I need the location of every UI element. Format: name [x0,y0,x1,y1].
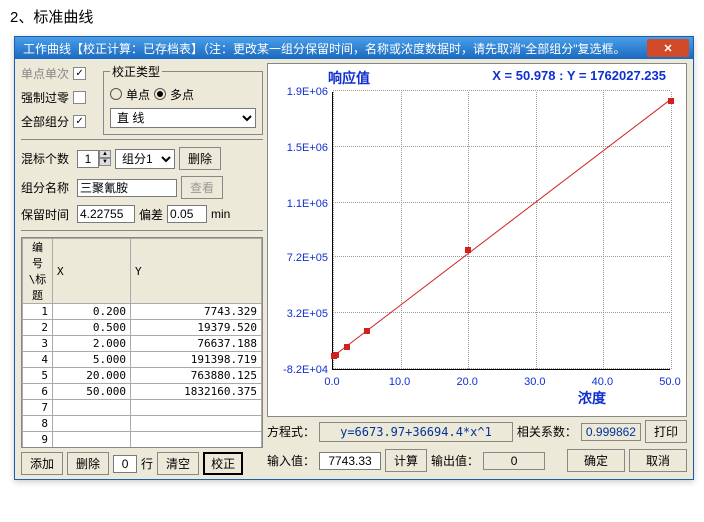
retention-input[interactable] [77,205,135,223]
chart-coord: X = 50.978 : Y = 1762027.235 [492,68,666,83]
data-table: 编号\标题 X Y 10.2007743.32920.50019379.5203… [21,237,263,448]
app-window: 工作曲线【校正计算：已存档表】（注：更改某一组分保留时间，名称或浓度数据时，请先… [14,36,694,480]
cancel-button[interactable]: 取消 [629,449,687,472]
single-mode-checkbox[interactable]: ✓ [73,67,86,80]
all-groups-checkbox[interactable]: ✓ [73,115,86,128]
clear-button[interactable]: 清空 [157,452,199,475]
row-unit: 行 [141,455,153,472]
equation-label: 方程式： [267,423,315,440]
table-row[interactable]: 8 [23,416,262,432]
col-rownum: 编号\标题 [23,239,53,304]
delete-button[interactable]: 删除 [67,452,109,475]
mixstd-count-label: 混标个数 [21,150,73,167]
equation-value: y=6673.97+36694.4*x^1 [319,422,513,442]
group-name-input[interactable] [77,179,177,197]
calib-type-legend: 校正类型 [110,63,162,80]
force-zero-checkbox[interactable] [73,91,86,104]
radio-single[interactable] [110,88,122,100]
radio-multi[interactable] [154,88,166,100]
table-row[interactable]: 650.0001832160.375 [23,384,262,400]
single-mode-label: 单点单次 [21,65,69,82]
delete-group-button[interactable]: 删除 [179,147,221,170]
mixstd-count-input[interactable] [77,150,99,168]
table-row[interactable]: 20.50019379.520 [23,320,262,336]
table-row[interactable]: 32.00076637.188 [23,336,262,352]
chart-area: 响应值 X = 50.978 : Y = 1762027.235 浓度 -8.2… [267,63,687,417]
deviation-input[interactable] [167,205,207,223]
spin-up[interactable]: ▲ [99,150,111,158]
deviation-label: 偏差 [139,206,163,223]
group-select[interactable]: 组分1 [115,149,175,169]
table-row[interactable]: 520.000763880.125 [23,368,262,384]
fit-line [333,98,672,356]
window-title: 工作曲线【校正计算：已存档表】（注：更改某一组分保留时间，名称或浓度数据时，请先… [19,40,647,57]
input-label: 输入值： [267,452,315,469]
table-row[interactable]: 10.2007743.329 [23,304,262,320]
unit-min: min [211,207,230,221]
col-x: X [53,239,131,304]
fit-type-select[interactable]: 直 线 [110,108,256,128]
col-y: Y [131,239,262,304]
browse-button[interactable]: 查看 [181,176,223,199]
rcoef-value: 0.999862 [581,423,641,441]
all-groups-label: 全部组分 [21,113,69,130]
group-name-label: 组分名称 [21,179,73,196]
correct-button[interactable]: 校正 [203,452,243,475]
print-button[interactable]: 打印 [645,420,687,443]
output-label: 输出值： [431,452,479,469]
titlebar: 工作曲线【校正计算：已存档表】（注：更改某一组分保留时间，名称或浓度数据时，请先… [15,37,693,59]
spin-down[interactable]: ▼ [99,158,111,166]
plot-area [332,92,670,370]
chart-xlabel: 浓度 [578,388,606,408]
force-zero-label: 强制过零 [21,89,69,106]
input-value[interactable] [319,452,381,470]
table-row[interactable]: 9 [23,432,262,448]
rcoef-label: 相关系数： [517,423,577,440]
table-row[interactable]: 45.000191398.719 [23,352,262,368]
table-row[interactable]: 7 [23,400,262,416]
section-title: 2、标准曲线 [0,0,704,31]
chart-ylabel: 响应值 [328,68,370,88]
ok-button[interactable]: 确定 [567,449,625,472]
close-button[interactable]: ✕ [647,39,689,57]
retention-label: 保留时间 [21,206,73,223]
calc-button[interactable]: 计算 [385,449,427,472]
row-index-input[interactable] [113,455,137,473]
add-button[interactable]: 添加 [21,452,63,475]
output-value: 0 [483,452,545,470]
